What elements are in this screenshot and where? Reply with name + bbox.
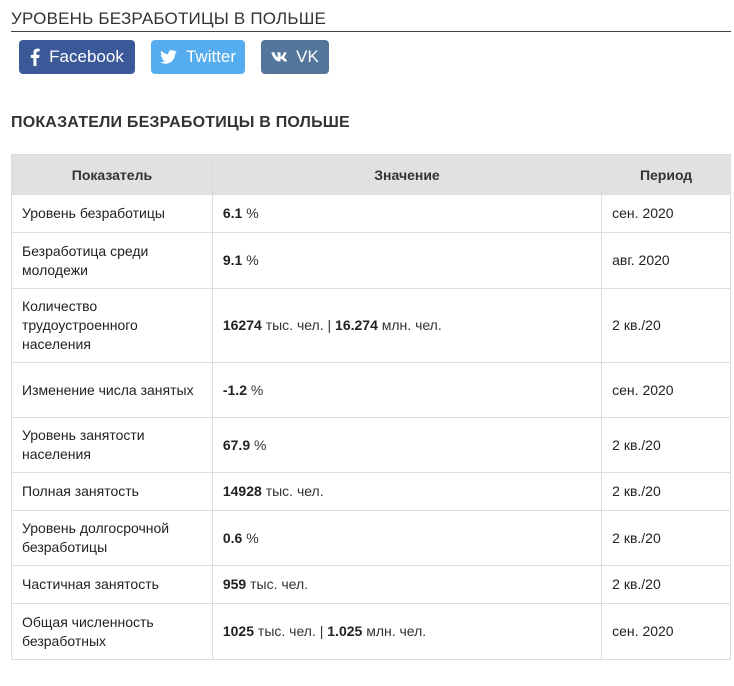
page-title: УРОВЕНЬ БЕЗРАБОТИЦЫ В ПОЛЬШЕ <box>11 9 731 32</box>
facebook-icon <box>30 48 40 66</box>
indicator-period: сен. 2020 <box>601 194 731 233</box>
table-row: Уровень долгосрочной безработицы 0.6 % 2… <box>11 510 731 566</box>
value-unit: % <box>246 205 259 221</box>
share-bar: Facebook Twitter VK <box>19 40 329 74</box>
value-unit: % <box>246 529 259 546</box>
indicator-name: Безработица среди молодежи <box>11 232 213 289</box>
indicator-name: Уровень долгосрочной безработицы <box>11 510 213 566</box>
indicator-value: 14928 тыс. чел. <box>211 472 603 511</box>
indicator-period: сен. 2020 <box>601 362 731 418</box>
indicator-value: 1025 тыс. чел. | 1.025 млн. чел. <box>211 603 603 660</box>
value-number: 0.6 <box>222 529 243 546</box>
value-number: -1.2 <box>222 381 247 398</box>
value-number: 14928 <box>222 483 262 499</box>
value-unit-alt: млн. чел. <box>381 317 442 333</box>
table-row: Изменение числа занятых -1.2 % сен. 2020 <box>11 362 731 418</box>
indicator-period: 2 кв./20 <box>601 288 731 363</box>
indicator-name: Частичная занятость <box>11 565 213 604</box>
table-row: Безработица среди молодежи 9.1 % авг. 20… <box>11 232 731 289</box>
table-row: Полная занятость 14928 тыс. чел. 2 кв./2… <box>11 472 731 511</box>
value-number: 9.1 <box>222 252 243 268</box>
value-unit-alt: млн. чел. <box>366 623 427 639</box>
indicator-value: 959 тыс. чел. <box>211 565 603 604</box>
column-header-value: Значение <box>211 154 603 195</box>
value-unit: тыс. чел. | <box>257 623 324 639</box>
table-row: Уровень безработицы 6.1 % сен. 2020 <box>11 194 731 233</box>
indicator-period: 2 кв./20 <box>601 417 731 473</box>
indicator-name: Количество трудоустроенного населения <box>11 288 213 363</box>
indicator-name: Уровень безработицы <box>11 194 213 233</box>
indicator-name: Полная занятость <box>11 472 213 511</box>
value-unit: тыс. чел. | <box>265 317 332 333</box>
indicator-value: -1.2 % <box>211 362 603 418</box>
indicator-period: 2 кв./20 <box>601 565 731 604</box>
indicator-name: Изменение числа занятых <box>11 362 213 418</box>
value-unit: % <box>254 436 267 453</box>
twitter-share-label: Twitter <box>185 47 237 66</box>
value-unit: тыс. чел. <box>250 576 309 592</box>
value-unit: % <box>246 252 259 268</box>
column-header-period: Период <box>601 154 731 195</box>
twitter-share-button[interactable]: Twitter <box>151 40 245 74</box>
indicator-value: 9.1 % <box>211 232 603 289</box>
table-row: Уровень занятости населения 67.9 % 2 кв.… <box>11 417 731 473</box>
indicator-name: Уровень занятости населения <box>11 417 213 473</box>
twitter-icon <box>160 50 177 64</box>
indicator-name: Общая численность безработных <box>11 603 213 660</box>
column-header-indicator: Показатель <box>11 154 213 195</box>
vk-share-label: VK <box>296 47 319 66</box>
value-number-alt: 16.274 <box>335 317 378 333</box>
value-number: 959 <box>222 576 247 592</box>
table-header-row: Показатель Значение Период <box>11 154 731 195</box>
value-number: 1025 <box>222 623 255 639</box>
indicator-period: 2 кв./20 <box>601 472 731 511</box>
table-row: Частичная занятость 959 тыс. чел. 2 кв./… <box>11 565 731 604</box>
value-number-alt: 1.025 <box>327 623 363 639</box>
indicator-value: 16274 тыс. чел. | 16.274 млн. чел. <box>211 288 603 363</box>
facebook-share-button[interactable]: Facebook <box>19 40 135 74</box>
table-row: Количество трудоустроенного населения 16… <box>11 288 731 363</box>
indicator-value: 6.1 % <box>211 194 603 233</box>
indicator-period: сен. 2020 <box>601 603 731 660</box>
value-unit: % <box>250 381 264 398</box>
vk-icon <box>271 52 288 62</box>
facebook-share-label: Facebook <box>49 47 124 66</box>
vk-share-button[interactable]: VK <box>261 40 329 74</box>
indicator-period: авг. 2020 <box>601 232 731 289</box>
indicator-value: 0.6 % <box>211 510 603 566</box>
unemployment-table: Показатель Значение Период Уровень безра… <box>11 154 731 660</box>
section-title: ПОКАЗАТЕЛИ БЕЗРАБОТИЦЫ В ПОЛЬШЕ <box>11 114 350 131</box>
value-number: 67.9 <box>222 436 251 453</box>
indicator-value: 67.9 % <box>211 417 603 473</box>
value-number: 16274 <box>222 317 262 333</box>
value-unit: тыс. чел. <box>265 483 324 499</box>
table-row: Общая численность безработных 1025 тыс. … <box>11 603 731 660</box>
value-number: 6.1 <box>222 205 243 221</box>
indicator-period: 2 кв./20 <box>601 510 731 566</box>
